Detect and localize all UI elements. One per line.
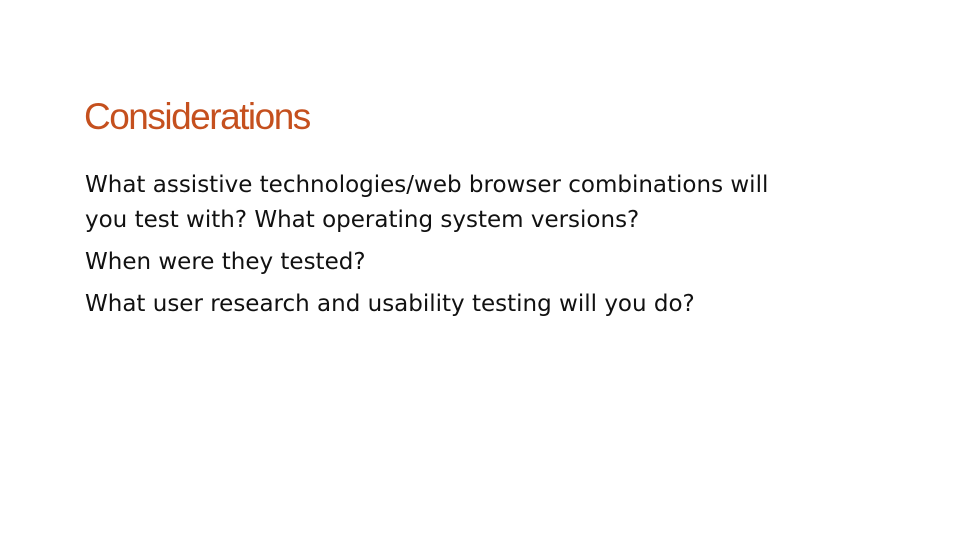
paragraph-2: When were they tested? <box>85 249 366 275</box>
paragraph-1: What assistive technologies/web browser … <box>85 172 769 233</box>
paragraph-3: What user research and usability testing… <box>85 291 695 317</box>
slide-body: What assistive technologies/web browser … <box>85 168 905 322</box>
slide-title: Considerations <box>84 96 311 137</box>
